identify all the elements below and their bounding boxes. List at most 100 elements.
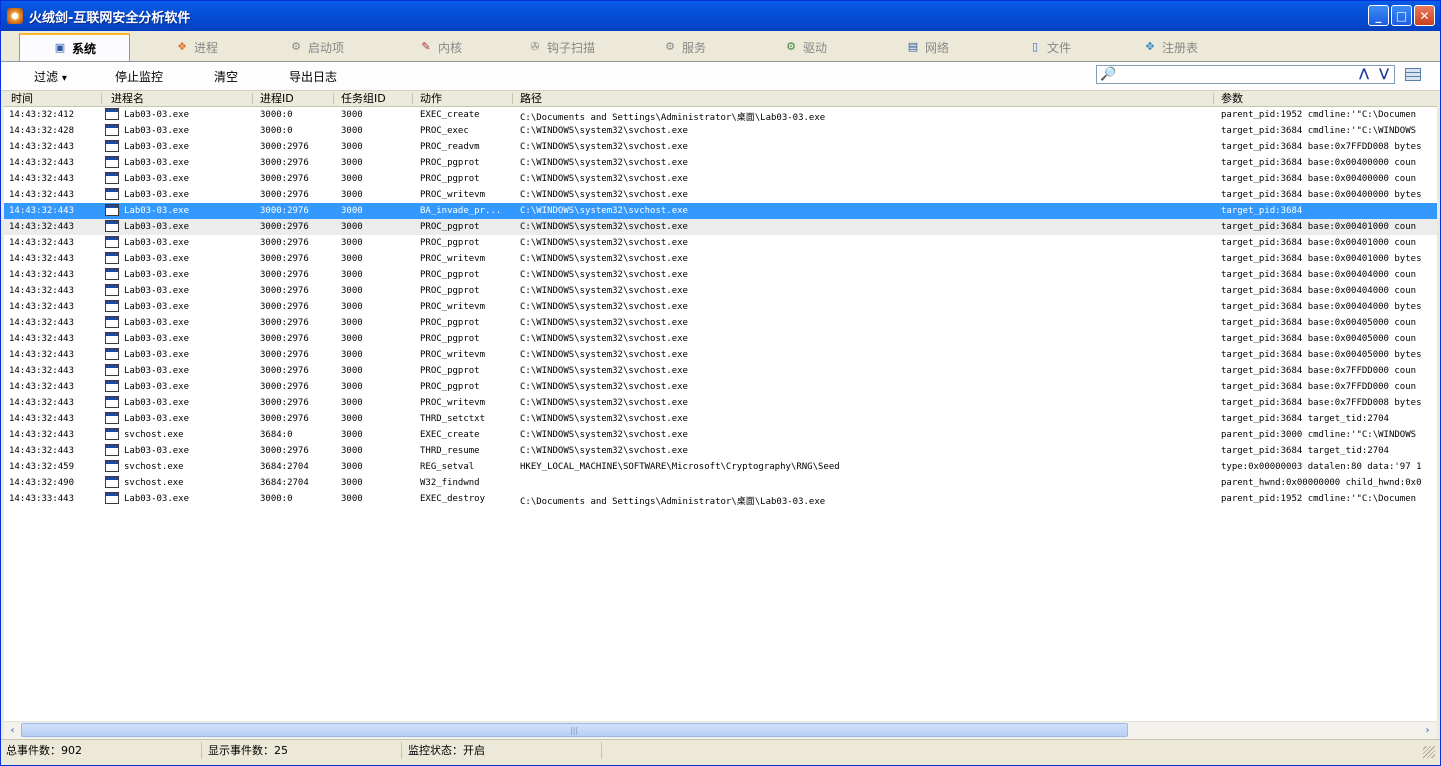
search-prev-icon[interactable]: ⋀: [1359, 66, 1369, 80]
column-header-process-id[interactable]: 进程ID: [260, 92, 294, 106]
cell-proc: Lab03-03.exe: [124, 318, 190, 328]
process-window-icon: [105, 460, 119, 472]
cell-action: PROC_exec: [420, 126, 469, 136]
column-header-params[interactable]: 参数: [1221, 92, 1243, 106]
table-row[interactable]: 14:43:32:443 Lab03-03.exe 3000:2976 3000 PRO…: [4, 379, 1437, 395]
horizontal-scrollbar[interactable]: ‹ ||| ›: [4, 721, 1437, 739]
cell-proc: Lab03-03.exe: [124, 254, 190, 264]
cell-gid: 3000: [341, 142, 363, 152]
table-row[interactable]: 14:43:32:412 Lab03-03.exe 3000:0 3000 EXEC_c…: [4, 107, 1437, 123]
cell-proc: svchost.exe: [124, 478, 184, 488]
table-row[interactable]: 14:43:32:443 Lab03-03.exe 3000:2976 3000 PRO…: [4, 171, 1437, 187]
cell-path: C:\WINDOWS\system32\svchost.exe: [520, 382, 688, 392]
scrollbar-thumb[interactable]: |||: [21, 723, 1128, 737]
table-row[interactable]: 14:43:32:443 Lab03-03.exe 3000:2976 3000 PRO…: [4, 155, 1437, 171]
table-row[interactable]: 14:43:32:443 Lab03-03.exe 3000:2976 3000 PRO…: [4, 187, 1437, 203]
close-button[interactable]: ✕: [1414, 5, 1435, 26]
clear-button[interactable]: 清空: [214, 68, 238, 85]
table-row[interactable]: 14:43:32:443 Lab03-03.exe 3000:2976 3000 PRO…: [4, 299, 1437, 315]
table-row[interactable]: 14:43:32:443 Lab03-03.exe 3000:2976 3000 PRO…: [4, 251, 1437, 267]
scroll-right-icon[interactable]: ›: [1420, 723, 1435, 738]
cell-action: PROC_pgprot: [420, 366, 480, 376]
table-row[interactable]: 14:43:32:443 Lab03-03.exe 3000:2976 3000 PRO…: [4, 395, 1437, 411]
filter-button[interactable]: 过滤 ▾: [34, 68, 67, 85]
column-divider[interactable]: [512, 93, 513, 104]
resize-grip-icon[interactable]: [1423, 746, 1435, 758]
cell-pid: 3000:2976: [260, 446, 309, 456]
cell-param: target_pid:3684 base:0x00401000 coun: [1221, 238, 1417, 248]
registry-icon: ✥: [1145, 40, 1155, 53]
app-window: 火绒剑-互联网安全分析软件 _ □ ✕ ▣ 系统 ❖ 进程 ⚙ 启动项 ✎ 内核 ✇ 钩子…: [0, 0, 1441, 766]
tab-hook-scan[interactable]: ✇ 钩子扫描: [528, 34, 595, 60]
column-divider[interactable]: [1213, 93, 1214, 104]
tab-startup[interactable]: ⚙ 启动项: [289, 34, 344, 60]
maximize-button[interactable]: □: [1391, 5, 1412, 26]
column-header-action[interactable]: 动作: [420, 92, 442, 106]
tab-registry[interactable]: ✥ 注册表: [1143, 34, 1198, 60]
scroll-left-icon[interactable]: ‹: [5, 723, 20, 738]
cell-param: parent_hwnd:0x00000000 child_hwnd:0x0: [1221, 478, 1422, 488]
table-row[interactable]: 14:43:32:443 Lab03-03.exe 3000:2976 3000 PRO…: [4, 315, 1437, 331]
column-header-group-id[interactable]: 任务组ID: [341, 92, 386, 106]
cell-proc: Lab03-03.exe: [124, 286, 190, 296]
cell-action: REG_setval: [420, 462, 475, 472]
table-row[interactable]: 14:43:32:443 Lab03-03.exe 3000:2976 3000 THR…: [4, 443, 1437, 459]
table-row[interactable]: 14:43:32:443 Lab03-03.exe 3000:2976 3000 PRO…: [4, 347, 1437, 363]
search-next-icon[interactable]: ⋁: [1379, 66, 1389, 80]
cell-gid: 3000: [341, 414, 363, 424]
cell-action: PROC_pgprot: [420, 238, 480, 248]
cell-proc: Lab03-03.exe: [124, 302, 190, 312]
cell-time: 14:43:32:443: [9, 190, 75, 200]
table-row[interactable]: 14:43:32:443 svchost.exe 3684:0 3000 EXEC_cr…: [4, 427, 1437, 443]
stop-monitor-button[interactable]: 停止监控: [115, 68, 163, 85]
tab-kernel[interactable]: ✎ 内核: [419, 34, 462, 60]
hook-icon: ✇: [530, 40, 540, 53]
event-list[interactable]: 时间 进程名 进程ID 任务组ID 动作 路径 参数 14:43:32:412 L…: [4, 91, 1437, 721]
table-row[interactable]: 14:43:32:443 Lab03-03.exe 3000:2976 3000 PRO…: [4, 139, 1437, 155]
minimize-button[interactable]: _: [1368, 5, 1389, 26]
table-row[interactable]: 14:43:33:443 Lab03-03.exe 3000:0 3000 EXEC_d…: [4, 491, 1437, 507]
tab-services[interactable]: ⚙ 服务: [663, 34, 706, 60]
table-row[interactable]: 14:43:32:428 Lab03-03.exe 3000:0 3000 PROC_e…: [4, 123, 1437, 139]
cell-gid: 3000: [341, 430, 363, 440]
cell-action: PROC_writevm: [420, 398, 486, 408]
column-settings-icon[interactable]: [1405, 68, 1421, 81]
cell-param: target_pid:3684 base:0x7FFDD008 bytes: [1221, 398, 1422, 408]
cell-path: C:\WINDOWS\system32\svchost.exe: [520, 286, 688, 296]
tab-network[interactable]: ▤ 网络: [906, 34, 949, 60]
search-input[interactable]: [1119, 67, 1349, 81]
cell-path: C:\WINDOWS\system32\svchost.exe: [520, 318, 688, 328]
tab-label: 服务: [682, 40, 707, 55]
tab-files[interactable]: ▯ 文件: [1028, 34, 1071, 60]
table-row[interactable]: 14:43:32:443 Lab03-03.exe 3000:2976 3000 PRO…: [4, 283, 1437, 299]
cell-time: 14:43:32:428: [9, 126, 75, 136]
table-row[interactable]: 14:43:32:490 svchost.exe 3684:2704 3000 W32_…: [4, 475, 1437, 491]
table-row[interactable]: 14:43:32:443 Lab03-03.exe 3000:2976 3000 PRO…: [4, 363, 1437, 379]
table-row[interactable]: 14:43:32:443 Lab03-03.exe 3000:2976 3000 PRO…: [4, 235, 1437, 251]
export-log-button[interactable]: 导出日志: [289, 68, 337, 85]
tab-bar: ▣ 系统 ❖ 进程 ⚙ 启动项 ✎ 内核 ✇ 钩子扫描 ⚙ 服务 ⚙ 驱动 ▤ 网络 ▯ 文件 ✥…: [1, 31, 1440, 62]
title-bar[interactable]: 火绒剑-互联网安全分析软件 _ □ ✕: [1, 1, 1440, 31]
table-row[interactable]: 14:43:32:443 Lab03-03.exe 3000:2976 3000 PRO…: [4, 219, 1437, 235]
column-header-process-name[interactable]: 进程名: [111, 92, 144, 106]
column-divider[interactable]: [101, 93, 102, 104]
cell-gid: 3000: [341, 126, 363, 136]
table-row[interactable]: 14:43:32:459 svchost.exe 3684:2704 3000 REG_…: [4, 459, 1437, 475]
cell-path: C:\WINDOWS\system32\svchost.exe: [520, 190, 688, 200]
table-row[interactable]: 14:43:32:443 Lab03-03.exe 3000:2976 3000 THR…: [4, 411, 1437, 427]
column-divider[interactable]: [333, 93, 334, 104]
table-row[interactable]: 14:43:32:443 Lab03-03.exe 3000:2976 3000 BA_…: [4, 203, 1437, 219]
cell-param: target_pid:3684 base:0x00404000 coun: [1221, 270, 1417, 280]
tab-process[interactable]: ❖ 进程: [175, 34, 218, 60]
table-row[interactable]: 14:43:32:443 Lab03-03.exe 3000:2976 3000 PRO…: [4, 331, 1437, 347]
process-window-icon: [105, 348, 119, 360]
column-divider[interactable]: [252, 93, 253, 104]
tab-drivers[interactable]: ⚙ 驱动: [784, 34, 827, 60]
column-header-time[interactable]: 时间: [11, 92, 33, 106]
driver-icon: ⚙: [786, 40, 796, 53]
cell-gid: 3000: [341, 238, 363, 248]
column-header-path[interactable]: 路径: [520, 92, 542, 106]
tab-system[interactable]: ▣ 系统: [19, 33, 130, 61]
column-divider[interactable]: [412, 93, 413, 104]
table-row[interactable]: 14:43:32:443 Lab03-03.exe 3000:2976 3000 PRO…: [4, 267, 1437, 283]
